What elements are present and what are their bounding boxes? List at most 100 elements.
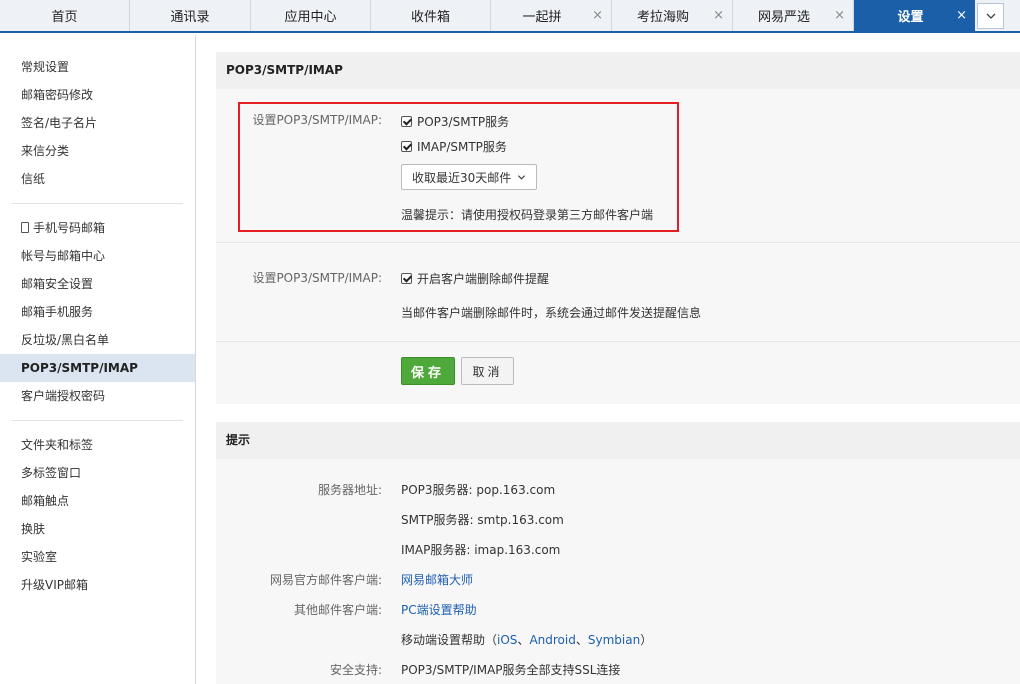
sidebar-item-label: 邮箱密码修改: [21, 88, 94, 102]
mobile-help-suffix: ）: [640, 633, 653, 647]
tab-yanxuan[interactable]: 网易严选 ×: [733, 0, 854, 31]
checkbox-label: IMAP/SMTP服务: [417, 140, 507, 154]
chevron-down-icon: [518, 174, 526, 180]
checkbox-checked-icon[interactable]: [401, 116, 412, 127]
server-address-label: 服务器地址:: [317, 483, 382, 497]
symbian-help-link[interactable]: Symbian: [588, 633, 640, 647]
cancel-button[interactable]: 取消: [461, 357, 514, 385]
sidebar-item-vip-upgrade[interactable]: 升级VIP邮箱: [0, 571, 195, 599]
sidebar-item-label: 信纸: [21, 172, 46, 186]
sidebar-item-signature[interactable]: 签名/电子名片: [0, 109, 195, 137]
pc-help-link[interactable]: PC端设置帮助: [401, 601, 477, 618]
setting-label: 设置POP3/SMTP/IMAP:: [252, 113, 382, 127]
close-icon[interactable]: ×: [834, 8, 845, 23]
smtp-server: SMTP服务器: smtp.163.com: [401, 513, 564, 527]
phone-icon: [21, 222, 29, 233]
top-tab-bar: 首页 通讯录 应用中心 收件箱 一起拼 × 考拉海购 × 网易严选 × 设置 ×: [0, 0, 1020, 33]
tab-label: 一起拼: [522, 10, 562, 25]
sidebar-divider: [12, 203, 183, 204]
sidebar-item-client-auth-code[interactable]: 客户端授权密码: [0, 382, 195, 410]
sidebar-item-mobile-service[interactable]: 邮箱手机服务: [0, 298, 195, 326]
sidebar-item-label: 邮箱触点: [21, 494, 70, 508]
android-help-link[interactable]: Android: [529, 633, 575, 647]
sidebar-item-pop3-smtp-imap[interactable]: POP3/SMTP/IMAP: [0, 354, 195, 382]
tab-yiqipin[interactable]: 一起拼 ×: [491, 0, 612, 31]
other-client-label: 其他邮件客户端:: [293, 603, 382, 617]
delete-alert-description: 当邮件客户端删除邮件时，系统会通过邮件发送提醒信息: [401, 306, 702, 320]
tab-label: 设置: [897, 10, 924, 25]
sidebar-item-label: 邮箱安全设置: [21, 277, 94, 291]
fetch-range-wrap: 收取最近30天邮件: [401, 164, 538, 190]
imap-smtp-option[interactable]: IMAP/SMTP服务: [401, 138, 507, 155]
sidebar-item-label: 文件夹和标签: [21, 438, 94, 452]
official-client-link[interactable]: 网易邮箱大师: [401, 571, 473, 588]
mobile-help-prefix: 移动端设置帮助（: [401, 633, 498, 647]
separator: 、: [517, 633, 530, 647]
settings-sidebar: 常规设置 邮箱密码修改 签名/电子名片 来信分类 信纸 手机号码邮箱 帐号与邮箱…: [0, 35, 196, 684]
sidebar-item-account-center[interactable]: 帐号与邮箱中心: [0, 242, 195, 270]
sidebar-group-general: 常规设置 邮箱密码修改 签名/电子名片 来信分类 信纸: [0, 35, 195, 193]
tab-kaola[interactable]: 考拉海购 ×: [612, 0, 733, 31]
sidebar-item-label: POP3/SMTP/IMAP: [21, 361, 138, 375]
checkbox-label: 开启客户端删除邮件提醒: [417, 272, 550, 286]
sidebar-item-skin[interactable]: 换肤: [0, 515, 195, 543]
panel-title: 提示: [216, 422, 1020, 459]
panel-title: POP3/SMTP/IMAP: [216, 52, 1020, 89]
pop3-server: POP3服务器: pop.163.com: [401, 483, 556, 497]
sidebar-group-other: 文件夹和标签 多标签窗口 邮箱触点 换肤 实验室 升级VIP邮箱: [0, 431, 195, 599]
more-tabs-button[interactable]: [977, 3, 1004, 29]
sidebar-item-label: 升级VIP邮箱: [21, 578, 88, 592]
divider: [216, 341, 1020, 342]
official-client-label: 网易官方邮件客户端:: [269, 573, 382, 587]
save-button[interactable]: 保存: [401, 357, 455, 385]
sidebar-item-label: 反垃圾/黑白名单: [21, 333, 110, 347]
sidebar-divider: [12, 420, 183, 421]
sidebar-item-phone-mail[interactable]: 手机号码邮箱: [0, 214, 195, 242]
sidebar-item-label: 手机号码邮箱: [33, 221, 106, 235]
sidebar-item-mail-touch[interactable]: 邮箱触点: [0, 487, 195, 515]
security-text: POP3/SMTP/IMAP服务全部支持SSL连接: [401, 663, 621, 677]
sidebar-item-folders-tags[interactable]: 文件夹和标签: [0, 431, 195, 459]
delete-alert-option[interactable]: 开启客户端删除邮件提醒: [401, 270, 549, 287]
tab-home[interactable]: 首页: [0, 0, 130, 31]
sidebar-item-antispam[interactable]: 反垃圾/黑白名单: [0, 326, 195, 354]
main-content: POP3/SMTP/IMAP 设置POP3/SMTP/IMAP: POP3/SM…: [216, 52, 1020, 684]
close-icon[interactable]: ×: [713, 8, 724, 23]
sidebar-item-security[interactable]: 邮箱安全设置: [0, 270, 195, 298]
close-icon[interactable]: ×: [956, 8, 967, 23]
tab-inbox[interactable]: 收件箱: [371, 0, 491, 31]
select-value: 收取最近30天邮件: [412, 170, 512, 185]
mobile-help-line: 移动端设置帮助（iOS、Android、Symbian）: [401, 631, 652, 648]
security-label: 安全支持:: [329, 663, 382, 677]
tab-label: 收件箱: [410, 10, 450, 25]
sidebar-item-label: 签名/电子名片: [21, 116, 98, 130]
checkbox-checked-icon[interactable]: [401, 273, 412, 284]
tab-settings[interactable]: 设置 ×: [854, 0, 975, 31]
sidebar-item-password[interactable]: 邮箱密码修改: [0, 81, 195, 109]
sidebar-item-label: 换肤: [21, 522, 46, 536]
setting-label: 设置POP3/SMTP/IMAP:: [252, 271, 382, 285]
sidebar-item-stationery[interactable]: 信纸: [0, 165, 195, 193]
fetch-range-select[interactable]: 收取最近30天邮件: [401, 164, 538, 190]
sidebar-item-general[interactable]: 常规设置: [0, 53, 195, 81]
divider: [216, 242, 1020, 243]
sidebar-item-label: 多标签窗口: [21, 466, 82, 480]
checkbox-checked-icon[interactable]: [401, 141, 412, 152]
sidebar-item-label: 来信分类: [21, 144, 70, 158]
pop3-settings-panel: POP3/SMTP/IMAP 设置POP3/SMTP/IMAP: POP3/SM…: [216, 52, 1020, 404]
pop3-smtp-option[interactable]: POP3/SMTP服务: [401, 113, 509, 130]
tab-label: 网易严选: [757, 10, 810, 25]
sidebar-item-mail-rules[interactable]: 来信分类: [0, 137, 195, 165]
tab-label: 通讯录: [170, 10, 210, 25]
tab-app-center[interactable]: 应用中心: [251, 0, 371, 31]
checkbox-label: POP3/SMTP服务: [417, 115, 510, 129]
close-icon[interactable]: ×: [592, 8, 603, 23]
tab-contacts[interactable]: 通讯录: [130, 0, 251, 31]
tips-panel: 提示 服务器地址: POP3服务器: pop.163.com SMTP服务器: …: [216, 422, 1020, 684]
tab-label: 应用中心: [284, 10, 337, 25]
sidebar-item-lab[interactable]: 实验室: [0, 543, 195, 571]
auth-code-tip: 温馨提示：请使用授权码登录第三方邮件客户端: [401, 208, 654, 222]
sidebar-item-multi-tab[interactable]: 多标签窗口: [0, 459, 195, 487]
sidebar-item-label: 帐号与邮箱中心: [21, 249, 106, 263]
ios-help-link[interactable]: iOS: [497, 633, 517, 647]
